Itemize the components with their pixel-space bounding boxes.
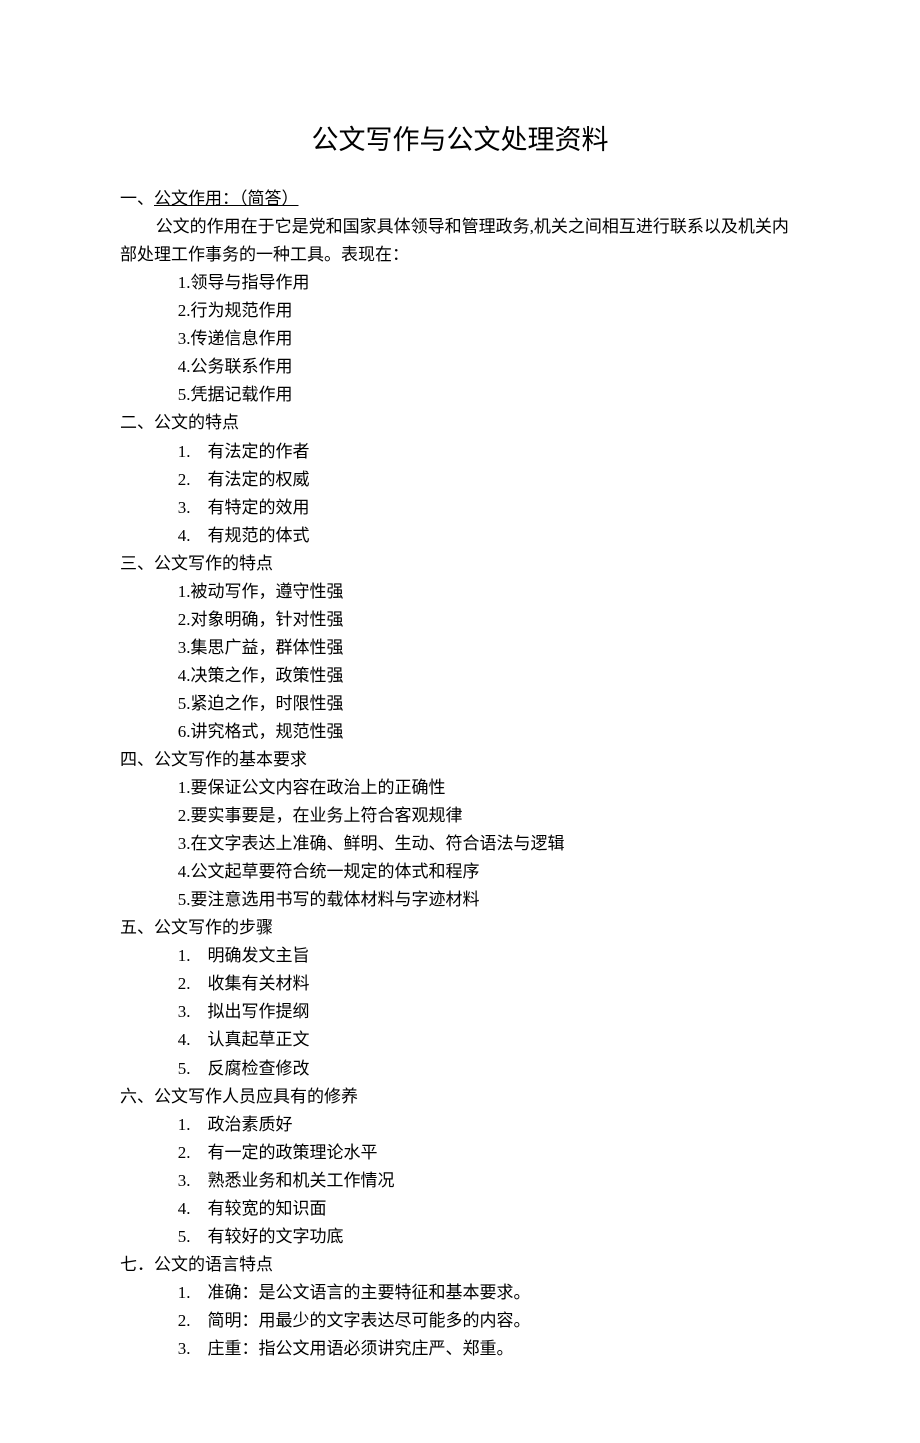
list-item: 3.集思广益，群体性强 <box>120 634 800 662</box>
section-1-intro: 公文的作用在于它是党和国家具体领导和管理政务,机关之间相互进行联系以及机关内部处… <box>120 213 800 269</box>
list-item: 3. 拟出写作提纲 <box>120 998 800 1026</box>
list-item: 4. 有规范的体式 <box>120 522 800 550</box>
list-item: 1. 明确发文主旨 <box>120 942 800 970</box>
document-title: 公文写作与公文处理资料 <box>120 118 800 157</box>
list-item: 5. 有较好的文字功底 <box>120 1223 800 1251</box>
list-item: 4. 认真起草正文 <box>120 1026 800 1054</box>
list-item: 3. 熟悉业务和机关工作情况 <box>120 1167 800 1195</box>
list-item: 2.对象明确，针对性强 <box>120 606 800 634</box>
list-item: 4.公文起草要符合统一规定的体式和程序 <box>120 858 800 886</box>
list-item: 5.凭据记载作用 <box>120 381 800 409</box>
section-6-heading: 六、公文写作人员应具有的修养 <box>120 1083 800 1111</box>
list-item: 2. 有一定的政策理论水平 <box>120 1139 800 1167</box>
section-2-heading: 二、公文的特点 <box>120 409 800 437</box>
section-4-heading: 四、公文写作的基本要求 <box>120 746 800 774</box>
list-item: 1.领导与指导作用 <box>120 269 800 297</box>
list-item: 2.行为规范作用 <box>120 297 800 325</box>
list-item: 3.在文字表达上准确、鲜明、生动、符合语法与逻辑 <box>120 830 800 858</box>
list-item: 4.决策之作，政策性强 <box>120 662 800 690</box>
list-item: 2. 简明：用最少的文字表达尽可能多的内容。 <box>120 1307 800 1335</box>
section-1-heading: 一、公文作用：（简答） <box>120 185 800 213</box>
list-item: 6.讲究格式，规范性强 <box>120 718 800 746</box>
list-item: 1. 有法定的作者 <box>120 438 800 466</box>
list-item: 5.紧迫之作，时限性强 <box>120 690 800 718</box>
list-item: 5. 反腐检查修改 <box>120 1055 800 1083</box>
list-item: 2.要实事要是，在业务上符合客观规律 <box>120 802 800 830</box>
list-item: 3.传递信息作用 <box>120 325 800 353</box>
list-item: 4.公务联系作用 <box>120 353 800 381</box>
list-item: 5.要注意选用书写的载体材料与字迹材料 <box>120 886 800 914</box>
section-7-heading: 七．公文的语言特点 <box>120 1251 800 1279</box>
list-item: 1. 政治素质好 <box>120 1111 800 1139</box>
list-item: 2. 收集有关材料 <box>120 970 800 998</box>
list-item: 3. 有特定的效用 <box>120 494 800 522</box>
list-item: 1.被动写作，遵守性强 <box>120 578 800 606</box>
document-page: 公文写作与公文处理资料 一、公文作用：（简答） 公文的作用在于它是党和国家具体领… <box>0 0 920 1443</box>
list-item: 2. 有法定的权威 <box>120 466 800 494</box>
section-5-heading: 五、公文写作的步骤 <box>120 914 800 942</box>
section-3-heading: 三、公文写作的特点 <box>120 550 800 578</box>
list-item: 1.要保证公文内容在政治上的正确性 <box>120 774 800 802</box>
list-item: 3. 庄重：指公文用语必须讲究庄严、郑重。 <box>120 1335 800 1363</box>
list-item: 1. 准确：是公文语言的主要特征和基本要求。 <box>120 1279 800 1307</box>
list-item: 4. 有较宽的知识面 <box>120 1195 800 1223</box>
